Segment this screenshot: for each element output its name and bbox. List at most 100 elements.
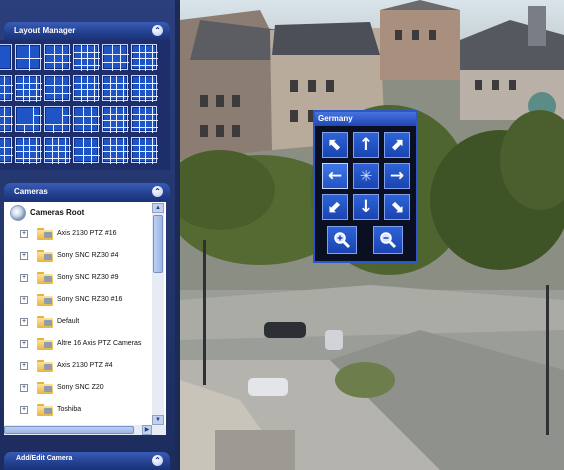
expand-icon[interactable]: +: [20, 296, 28, 304]
expand-icon[interactable]: +: [20, 340, 28, 348]
camera-tree-item[interactable]: + Axis 2130 PTZ #16: [20, 227, 150, 241]
camera-tree-item[interactable]: + Sony SNC RZ30 #4: [20, 249, 150, 263]
pan-up-button[interactable]: ↑: [353, 132, 379, 158]
layout-manager-header[interactable]: Layout Manager ⌃: [4, 22, 170, 40]
layout-tile-4x4[interactable]: [44, 137, 71, 164]
layout-tile-4x4[interactable]: [102, 75, 129, 102]
pan-down-right-button[interactable]: ⬊: [384, 194, 410, 220]
layout-tile-4x4[interactable]: [73, 75, 100, 102]
layout-tile-3x3[interactable]: [0, 137, 13, 164]
layout-tile-4x4[interactable]: [131, 106, 158, 133]
camera-tree-item-label: Sony SNC RZ30 #9: [57, 274, 119, 281]
layout-manager-collapse-icon[interactable]: ⌃: [152, 25, 163, 36]
camera-tree-item-label: Axis 2130 PTZ #16: [57, 230, 117, 237]
add-edit-camera-collapse-icon[interactable]: ⌃: [152, 455, 163, 466]
cameras-title: Cameras: [14, 187, 48, 196]
zoom-in-button[interactable]: [327, 226, 357, 254]
camera-tree-item-label: Sony SNC RZ30 #4: [57, 252, 119, 259]
camera-tree-item-label: Altre 16 Axis PTZ Cameras: [57, 340, 142, 347]
camera-tree-item-label: Sony SNC RZ30 #16: [57, 296, 123, 303]
pan-down-left-button[interactable]: ⬋: [322, 194, 348, 220]
layout-tile-4x4[interactable]: [102, 106, 129, 133]
expand-icon[interactable]: +: [20, 384, 28, 392]
layout-tile-4x4[interactable]: [15, 137, 42, 164]
cameras-header[interactable]: Cameras ⌃: [4, 183, 170, 201]
arrow-down-left-icon: ⬋: [327, 197, 343, 217]
layout-tile-2x2[interactable]: [15, 44, 42, 71]
layout-tile-3x3[interactable]: [44, 75, 71, 102]
cameras-root-icon: [10, 205, 26, 221]
camera-tree-item[interactable]: + Altre 16 Axis PTZ Cameras: [20, 337, 150, 351]
camera-tree-item-label: Axis 2130 PTZ #4: [57, 362, 113, 369]
ptz-home-button[interactable]: ✳: [353, 163, 379, 189]
pan-left-button[interactable]: ←: [322, 163, 348, 189]
layout-tile-1+5[interactable]: [15, 106, 42, 133]
home-star-icon: ✳: [359, 167, 373, 185]
camera-tree-horizontal-scrollbar[interactable]: ▶: [4, 425, 166, 435]
hscroll-thumb[interactable]: [4, 426, 134, 434]
camera-tree-root-label: Cameras Root: [30, 208, 85, 217]
layout-tile-3x3[interactable]: [44, 44, 71, 71]
camera-folder-icon: [37, 316, 53, 328]
expand-icon[interactable]: +: [20, 230, 28, 238]
zoom-out-button[interactable]: [373, 226, 403, 254]
layout-tile-3x3[interactable]: [73, 106, 100, 133]
layout-tile-3x3[interactable]: [102, 44, 129, 71]
layout-tile-4x4[interactable]: [73, 44, 100, 71]
scroll-thumb[interactable]: [153, 215, 163, 273]
layout-tile-3x3[interactable]: [73, 137, 100, 164]
arrow-up-right-icon: ⬈: [389, 135, 405, 155]
camera-tree-item[interactable]: + Axis 2130 PTZ #4: [20, 359, 150, 373]
camera-tree-item[interactable]: + Sony SNC RZ30 #9: [20, 271, 150, 285]
cameras-collapse-icon[interactable]: ⌃: [152, 186, 163, 197]
arrow-down-right-icon: ⬊: [389, 197, 405, 217]
camera-folder-icon: [37, 338, 53, 350]
expand-icon[interactable]: +: [20, 406, 28, 414]
pan-down-button[interactable]: ↓: [353, 194, 379, 220]
expand-icon[interactable]: +: [20, 362, 28, 370]
camera-folder-icon: [37, 228, 53, 240]
layout-tile-1+5[interactable]: [44, 106, 71, 133]
zoom-in-icon: [334, 232, 351, 249]
arrow-down-icon: ↓: [358, 197, 374, 217]
expand-icon[interactable]: +: [20, 274, 28, 282]
left-sidebar: Layout Manager ⌃ Cameras ⌃ Cameras Root …: [0, 0, 175, 470]
add-edit-camera-header[interactable]: Add/Edit Camera ⌃: [4, 452, 170, 470]
layout-grid: [0, 40, 170, 170]
layout-manager-title: Layout Manager: [14, 26, 76, 35]
camera-folder-icon: [37, 250, 53, 262]
camera-folder-icon: [37, 294, 53, 306]
camera-tree-item-label: Default: [57, 318, 80, 325]
layout-tile-4x4[interactable]: [15, 75, 42, 102]
ptz-control-window[interactable]: Germany ⬉ ↑ ⬈ ← ✳ → ⬋ ↓ ⬊: [313, 110, 418, 263]
layout-tile-4x4[interactable]: [131, 137, 158, 164]
layout-tile-3x3[interactable]: [0, 106, 13, 133]
layout-tile-4x4[interactable]: [102, 137, 129, 164]
camera-tree-root[interactable]: Cameras Root: [10, 205, 84, 221]
arrow-right-icon: →: [389, 166, 405, 186]
camera-folder-icon: [37, 360, 53, 372]
arrow-left-icon: ←: [327, 166, 343, 186]
scroll-right-icon[interactable]: ▶: [142, 425, 152, 435]
camera-tree-item-label: Toshiba: [57, 406, 82, 413]
camera-tree-item[interactable]: + Toshiba: [20, 403, 150, 417]
expand-icon[interactable]: +: [20, 318, 28, 326]
pan-up-right-button[interactable]: ⬈: [384, 132, 410, 158]
pan-up-left-button[interactable]: ⬉: [322, 132, 348, 158]
zoom-out-icon: [380, 232, 397, 249]
layout-tile-3x3[interactable]: [0, 75, 13, 102]
camera-tree-item[interactable]: + Sony SNC RZ30 #16: [20, 293, 150, 307]
layout-tile-4x4[interactable]: [131, 75, 158, 102]
camera-tree-vertical-scrollbar[interactable]: ▲ ▼: [152, 203, 164, 425]
camera-folder-icon: [37, 382, 53, 394]
expand-icon[interactable]: +: [20, 252, 28, 260]
scroll-up-icon[interactable]: ▲: [152, 203, 164, 213]
layout-tile-4x4[interactable]: [131, 44, 158, 71]
pan-right-button[interactable]: →: [384, 163, 410, 189]
layout-tile-1x1[interactable]: [0, 44, 12, 70]
scroll-down-icon[interactable]: ▼: [152, 415, 164, 425]
ptz-title: Germany: [315, 112, 416, 126]
arrow-up-left-icon: ⬉: [327, 135, 343, 155]
camera-tree-item[interactable]: + Sony SNC Z20: [20, 381, 150, 395]
camera-tree-item[interactable]: + Default: [20, 315, 150, 329]
